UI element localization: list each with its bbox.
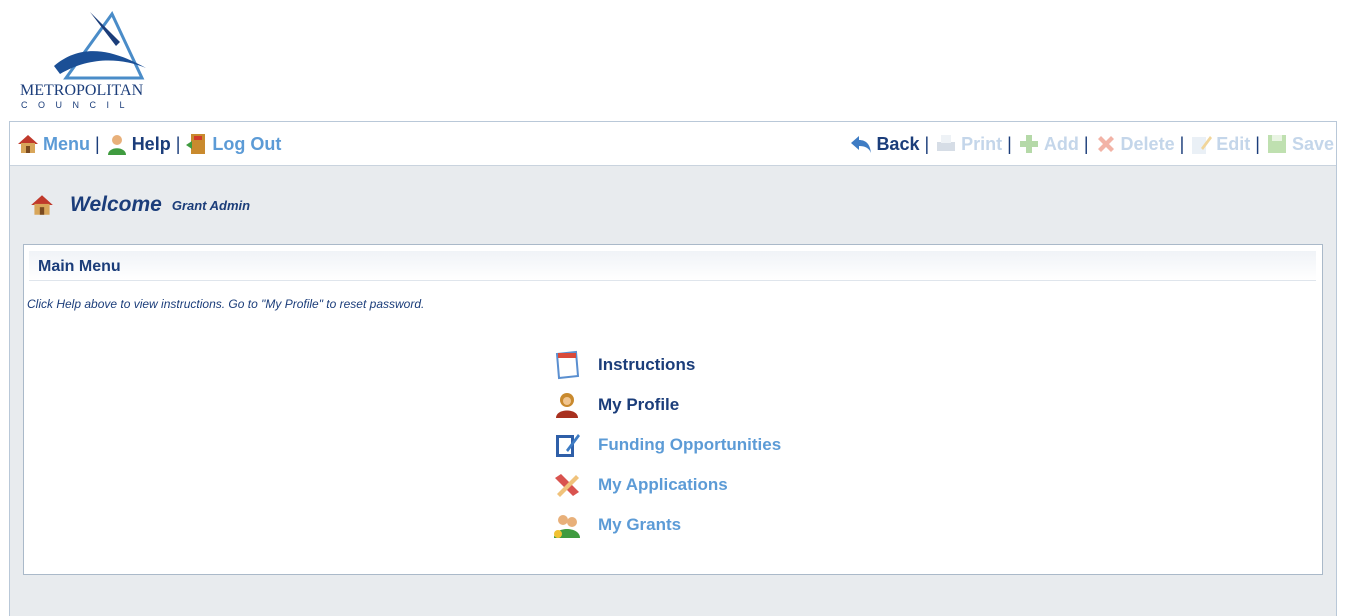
plus-icon — [1019, 135, 1038, 153]
welcome-row: Welcome Grant Admin — [28, 192, 250, 218]
delete-label: Delete — [1120, 133, 1175, 154]
back-arrow-icon — [851, 136, 872, 153]
menu-item-my-grants[interactable]: My Grants — [552, 505, 781, 545]
help-label: Help — [131, 133, 171, 154]
add-button[interactable]: Add — [1017, 132, 1079, 156]
logout-label: Log Out — [212, 133, 282, 154]
x-icon — [1097, 136, 1114, 152]
menu-item-my-profile[interactable]: My Profile — [552, 385, 781, 425]
panel-header: Main Menu — [29, 251, 1316, 281]
toolbar-separator: | — [1007, 133, 1012, 154]
logout-button[interactable]: Log Out — [185, 132, 281, 156]
menu-item-my-applications[interactable]: My Applications — [552, 465, 781, 505]
toolbar-separator: | — [95, 133, 100, 154]
toolbar-separator: | — [1083, 133, 1089, 154]
main-menu-panel: Main Menu Click Help above to view instr… — [23, 244, 1323, 575]
menu-button[interactable]: Menu — [16, 132, 90, 156]
calendar-page-icon — [555, 350, 580, 380]
home-icon — [31, 195, 53, 215]
people-grants-icon — [554, 515, 580, 538]
welcome-title: Welcome — [70, 193, 162, 216]
panel-title: Main Menu — [38, 258, 121, 275]
toolbar-separator: | — [1179, 133, 1185, 154]
back-button[interactable]: Back — [849, 132, 919, 156]
pencil-icon — [1192, 136, 1213, 154]
menu-item-label: My Profile — [598, 395, 680, 414]
add-label: Add — [1043, 133, 1079, 154]
logo-triangle-icon — [54, 11, 146, 80]
print-label: Print — [961, 133, 1003, 154]
logo-name: METROPOLITAN — [20, 82, 144, 99]
floppy-icon — [1267, 135, 1286, 153]
user-profile-icon — [556, 393, 578, 418]
menu-item-label: My Grants — [598, 515, 682, 534]
panel-instructions-note: Click Help above to view instructions. G… — [27, 297, 425, 311]
logo-sub: COUNCIL — [21, 100, 136, 110]
checklist-icon — [556, 434, 580, 457]
printer-icon — [937, 135, 956, 151]
print-button[interactable]: Print — [934, 132, 1002, 156]
save-button[interactable]: Save — [1265, 132, 1334, 156]
page: METROPOLITAN COUNCIL Menu | Help | Log O… — [0, 0, 1347, 616]
menu-label: Menu — [43, 133, 90, 154]
delete-button[interactable]: Delete — [1094, 132, 1175, 156]
welcome-user: Grant Admin — [171, 197, 251, 213]
toolbar-separator: | — [1255, 133, 1260, 154]
toolbar-left: Menu | Help | Log Out — [16, 122, 281, 166]
toolbar-right: Back | Print | Add | Delete | Edit | Sav… — [849, 122, 1334, 166]
menu-item-label: Instructions — [598, 355, 696, 374]
main-menu-list: Instructions My Profile Funding Opportun… — [552, 345, 781, 545]
help-button[interactable]: Help — [105, 132, 171, 156]
menu-item-funding-opportunities[interactable]: Funding Opportunities — [552, 425, 781, 465]
save-label: Save — [1291, 133, 1334, 154]
edit-label: Edit — [1216, 133, 1251, 154]
toolbar: Menu | Help | Log Out Back | Print | Add… — [10, 122, 1336, 166]
metropolitan-council-logo: METROPOLITAN COUNCIL — [20, 8, 180, 114]
back-label: Back — [876, 133, 920, 154]
home-icon — [18, 135, 38, 153]
menu-item-instructions[interactable]: Instructions — [552, 345, 781, 385]
menu-item-label: My Applications — [598, 475, 728, 494]
pencil-ruler-icon — [555, 474, 579, 497]
toolbar-separator: | — [175, 133, 181, 154]
menu-item-label: Funding Opportunities — [598, 435, 782, 454]
app-frame: Menu | Help | Log Out Back | Print | Add… — [9, 121, 1337, 616]
toolbar-separator: | — [924, 133, 930, 154]
person-help-icon — [107, 135, 126, 155]
edit-button[interactable]: Edit — [1189, 132, 1250, 156]
exit-door-icon — [186, 134, 206, 154]
